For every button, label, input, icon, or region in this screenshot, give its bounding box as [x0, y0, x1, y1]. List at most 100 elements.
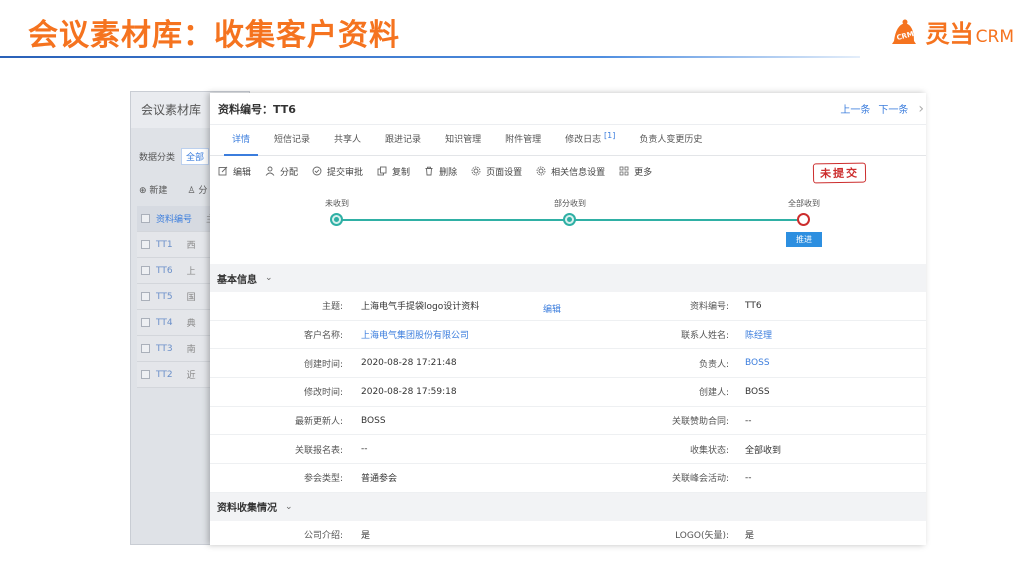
detail-tabs: 详情 短信记录 共享人 跟进记录 知识管理 附件管理 修改日志 [1] 负责人变…	[210, 125, 926, 156]
assign-button-label: 分	[198, 185, 208, 196]
copy-button[interactable]: 复制	[377, 165, 410, 178]
stage-label: 未收到	[325, 199, 349, 208]
collection-section-header[interactable]: 资料收集情况 ⌄	[210, 492, 926, 521]
assign-button[interactable]: 分配	[265, 165, 298, 178]
record-detail-panel: 资料编号：TT6 上一条 下一条 › 详情 短信记录 共享人 跟进记录 知识管理…	[210, 93, 926, 545]
tab-sms-records[interactable]: 短信记录	[262, 132, 322, 155]
field-label: 主题:	[321, 302, 343, 313]
field-label: 关联赞助合同:	[671, 417, 729, 428]
field-value: BOSS	[361, 415, 386, 426]
field-value: 上海电气手提袋logo设计资料	[361, 302, 480, 313]
tab-owner-history[interactable]: 负责人变更历史	[627, 132, 714, 155]
gear-icon	[536, 166, 546, 176]
basic-info-grid: 主题: 上海电气手提袋logo设计资料 资料编号: TT6 客户名称: 上海电气…	[210, 292, 926, 493]
info-row: 主题: 上海电气手提袋logo设计资料 资料编号: TT6	[210, 292, 926, 321]
stage-node-done[interactable]	[330, 213, 343, 226]
advance-button[interactable]: 推进	[786, 232, 822, 247]
tab-details[interactable]: 详情	[220, 132, 262, 156]
new-button[interactable]: ⊕ 新建	[139, 183, 177, 196]
row-id[interactable]: TT2	[156, 370, 173, 380]
row-subject: 西	[186, 241, 196, 251]
more-button[interactable]: 更多	[619, 165, 652, 178]
field-label: 参会类型:	[303, 474, 343, 485]
field-value: 全部收到	[745, 445, 782, 456]
field-value: 是	[745, 531, 755, 542]
edit-icon	[218, 166, 228, 176]
title-divider	[0, 56, 860, 58]
row-subject: 上	[186, 267, 196, 277]
change-log-badge: [1]	[603, 131, 616, 140]
row-checkbox[interactable]	[141, 292, 150, 301]
brand-suffix: CRM	[975, 27, 1014, 47]
field-label: 修改时间:	[303, 388, 343, 399]
tab-sharers[interactable]: 共享人	[322, 132, 373, 155]
page-settings-button[interactable]: 页面设置	[471, 165, 522, 178]
field-label: 收集状态:	[689, 445, 729, 456]
new-button-label: 新建	[149, 185, 168, 196]
select-all-checkbox[interactable]	[141, 214, 150, 223]
progress-segment-done	[337, 219, 570, 221]
row-checkbox[interactable]	[141, 266, 150, 275]
stage-node-current[interactable]	[797, 213, 810, 226]
info-row: 客户名称: 上海电气集团股份有限公司 联系人姓名: 陈经理	[210, 321, 926, 350]
chevron-down-icon[interactable]: ⌄	[285, 502, 293, 512]
related-info-settings-button[interactable]: 相关信息设置	[536, 165, 605, 178]
submit-approval-button[interactable]: 提交审批	[312, 165, 363, 178]
filter-label: 数据分类	[139, 152, 176, 163]
tab-knowledge[interactable]: 知识管理	[433, 132, 493, 155]
field-value: --	[361, 444, 368, 455]
status-stamp: 未提交	[812, 162, 867, 184]
owner-link[interactable]: BOSS	[729, 358, 770, 368]
collection-progress: 未收到 部分收到 全部收到 推进	[210, 186, 926, 264]
info-row: 修改时间: 2020-08-28 17:59:18 创建人: BOSS	[210, 378, 926, 407]
tab-attachments[interactable]: 附件管理	[493, 132, 553, 155]
trash-icon	[425, 166, 433, 176]
customer-link[interactable]: 上海电气集团股份有限公司	[343, 328, 633, 341]
related-info-settings-label: 相关信息设置	[551, 167, 606, 178]
row-id[interactable]: TT5	[156, 292, 173, 302]
field-label: 关联峰会活动:	[671, 474, 729, 485]
edit-button[interactable]: 编辑	[218, 165, 251, 178]
field-label: 最新更新人:	[294, 417, 343, 428]
row-checkbox[interactable]	[141, 318, 150, 327]
prev-record-link[interactable]: 上一条	[840, 101, 870, 116]
field-value: 2020-08-28 17:59:18	[361, 386, 457, 397]
row-checkbox[interactable]	[141, 344, 150, 353]
stage-node-done[interactable]	[563, 213, 576, 226]
delete-button[interactable]: 删除	[424, 165, 457, 178]
chevron-right-icon[interactable]: ›	[918, 101, 924, 117]
row-subject: 南	[186, 345, 196, 355]
row-id[interactable]: TT4	[156, 318, 173, 328]
stage-label: 全部收到	[788, 199, 820, 208]
tab-follow-ups[interactable]: 跟进记录	[373, 132, 433, 155]
field-label: LOGO(矢量):	[675, 531, 729, 542]
row-checkbox[interactable]	[141, 370, 150, 379]
field-value: 普通参会	[361, 474, 398, 485]
slide-title: 会议素材库：收集客户资料	[28, 18, 400, 53]
row-id[interactable]: TT3	[156, 344, 173, 354]
page-settings-label: 页面设置	[486, 167, 523, 178]
inline-edit-link[interactable]: 编辑	[543, 302, 561, 315]
edit-button-label: 编辑	[233, 167, 252, 178]
contact-link[interactable]: 陈经理	[729, 328, 772, 341]
row-checkbox[interactable]	[141, 240, 150, 249]
copy-icon	[377, 166, 387, 176]
chevron-down-icon[interactable]: ⌄	[265, 273, 273, 283]
info-row: 关联报名表: -- 收集状态: 全部收到	[210, 435, 926, 465]
field-value: --	[745, 472, 752, 483]
field-label: 关联报名表:	[294, 445, 343, 456]
filter-chip-all[interactable]: 全部	[181, 147, 210, 165]
field-label: 客户名称:	[303, 331, 343, 342]
row-id[interactable]: TT6	[156, 266, 173, 276]
submit-approval-label: 提交审批	[327, 167, 364, 178]
next-record-link[interactable]: 下一条	[878, 101, 908, 116]
collection-section-title: 资料收集情况	[217, 503, 277, 515]
bell-logo-icon: CRM	[888, 17, 922, 47]
tab-change-log[interactable]: 修改日志 [1]	[553, 131, 627, 155]
row-id[interactable]: TT1	[156, 240, 173, 250]
info-row: 最新更新人: BOSS 关联赞助合同: --	[210, 407, 926, 436]
tab-change-log-label: 修改日志	[565, 135, 602, 145]
basic-info-section-header[interactable]: 基本信息 ⌄	[210, 264, 926, 292]
row-subject: 近	[186, 371, 196, 381]
check-circle-icon	[312, 166, 322, 176]
